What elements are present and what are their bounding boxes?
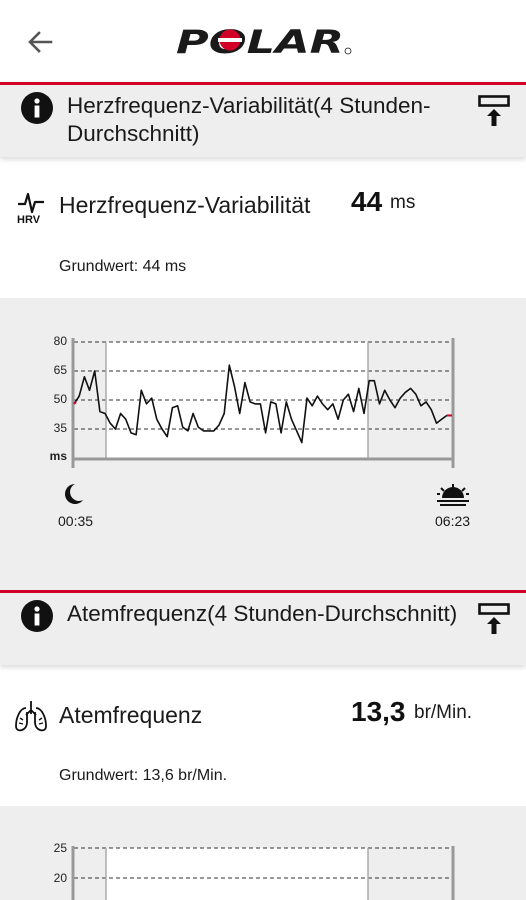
hrv-unit: ms [390, 192, 416, 213]
y-tick-label: 80 [54, 334, 68, 348]
resp-chart-panel: 25 20 [0, 806, 526, 900]
resp-unit: br/Min. [414, 702, 473, 723]
resp-value: 13,3 [351, 696, 406, 727]
pin-icon[interactable] [478, 95, 510, 129]
info-icon[interactable] [20, 91, 54, 125]
pin-icon[interactable] [478, 603, 510, 637]
hrv-baseline: Grundwert: 44 ms [59, 258, 187, 275]
hrv-metric-row: HRV Herzfrequenz-Variabilität 44 ms [0, 180, 526, 240]
info-icon[interactable] [20, 599, 54, 633]
hrv-section-header: Herzfrequenz-Variabilität(4 Stunden-Durc… [0, 85, 526, 157]
sunrise-icon [437, 484, 469, 506]
moon-icon [65, 484, 83, 504]
lungs-icon [15, 701, 47, 732]
resp-label: Atemfrequenz [59, 702, 203, 728]
hrv-line-edge [73, 401, 77, 405]
end-time-label: 06:23 [435, 513, 471, 529]
resp-section-header: Atemfrequenz(4 Stunden-Durchschnitt) [0, 593, 526, 665]
y-unit-label: ms [50, 449, 68, 463]
svg-text:HRV: HRV [17, 214, 41, 224]
y-tick-label: 50 [54, 392, 68, 406]
resp-metric-row: Atemfrequenz 13,3 br/Min. [0, 690, 526, 750]
polar-logo: POLAR [176, 26, 352, 56]
hrv-value: 44 [351, 186, 383, 217]
resp-section-title: Atemfrequenz(4 Stunden-Durchschnitt) [67, 601, 458, 626]
y-tick-label: 35 [54, 421, 68, 435]
top-bar: POLAR [0, 0, 526, 82]
hrv-label: Herzfrequenz-Variabilität [59, 192, 311, 218]
hrv-chart-panel: 80 65 50 35 ms 00:35 06:23 [0, 298, 526, 590]
start-time-label: 00:35 [58, 513, 94, 529]
hrv-icon: HRV [17, 192, 44, 224]
y-tick-label: 25 [54, 841, 68, 855]
arrow-left-icon [28, 31, 53, 53]
hrv-chart: 80 65 50 35 ms [50, 334, 469, 506]
brand-wordmark: POLAR [176, 26, 344, 56]
resp-chart: 25 20 [54, 841, 455, 900]
resp-plot-area [106, 848, 368, 900]
back-button[interactable] [22, 24, 58, 60]
y-tick-label: 20 [54, 871, 68, 885]
resp-baseline: Grundwert: 13,6 br/Min. [59, 767, 228, 784]
hrv-section-title: Herzfrequenz-Variabilität(4 Stunden-Durc… [67, 93, 431, 146]
y-tick-label: 65 [54, 363, 68, 377]
